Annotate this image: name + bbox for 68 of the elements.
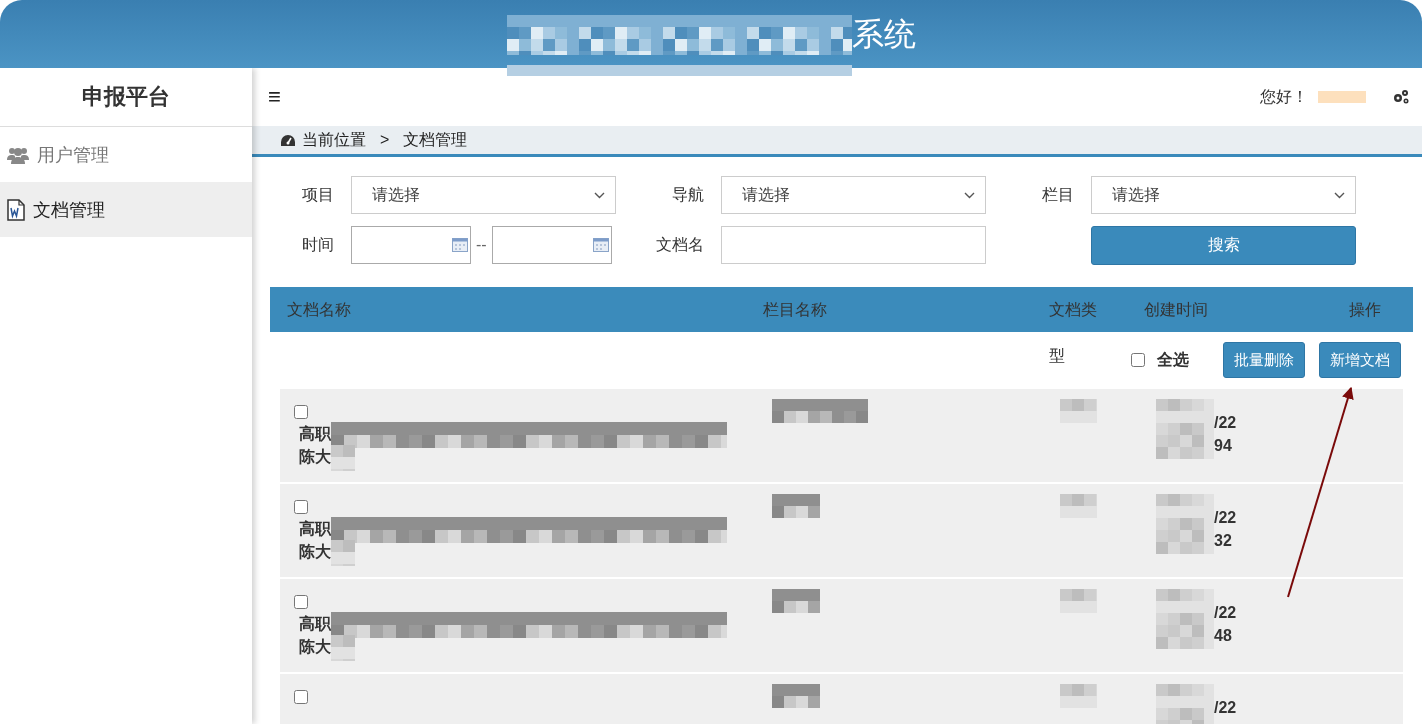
calendar-icon <box>592 238 609 252</box>
column-header: 创建时间 <box>1143 300 1209 320</box>
column-header: 栏目名称 <box>762 300 828 320</box>
menu-button[interactable]: ≡ <box>268 84 281 110</box>
document-name: 高职 <box>299 519 331 539</box>
breadcrumb-separator: > <box>380 131 390 149</box>
pixelated-redaction <box>1156 494 1214 554</box>
filter-label: 文档名 <box>655 234 705 255</box>
select-field[interactable]: 请选择 <box>351 176 616 214</box>
created-time: 94 <box>1214 436 1233 456</box>
chevron-icon <box>1334 191 1345 199</box>
sidebar-title: 申报平台 <box>82 83 170 111</box>
users-icon <box>7 145 29 164</box>
redacted-username <box>1318 91 1366 103</box>
action-button[interactable]: 新增文档 <box>1319 342 1401 378</box>
sidebar-item[interactable]: 文档管理 <box>0 182 252 237</box>
pixelated-redaction <box>1060 399 1097 423</box>
range-separator: -- <box>476 236 487 254</box>
created-time: 32 <box>1214 531 1233 551</box>
select-field[interactable]: 请选择 <box>721 176 986 214</box>
system-title: 系统 <box>851 15 916 54</box>
search-button[interactable]: 搜索 <box>1091 225 1356 265</box>
checkbox[interactable] <box>294 405 308 419</box>
column-header: 操作 <box>1348 300 1382 320</box>
dashboard-icon <box>280 133 296 147</box>
greeting-text: 您好！ <box>1260 86 1308 107</box>
document-icon <box>7 198 25 221</box>
filter-label: 时间 <box>301 234 335 255</box>
column-header: 文档名称 <box>286 300 352 320</box>
pixelated-redaction <box>1060 494 1097 518</box>
text-field[interactable] <box>721 226 986 264</box>
document-name: 陈大 <box>299 447 331 467</box>
document-name: 陈大 <box>299 542 331 562</box>
select-all-label: 全选 <box>1157 349 1189 370</box>
created-time: /22 <box>1214 413 1237 433</box>
sidebar-item[interactable]: 用户管理 <box>0 127 252 182</box>
breadcrumb-label: 当前位置 <box>302 129 366 150</box>
filter-label: 项目 <box>301 184 335 205</box>
chevron-icon <box>964 191 975 199</box>
checkbox[interactable] <box>294 500 308 514</box>
created-time: 48 <box>1214 626 1233 646</box>
pixelated-redaction <box>1156 399 1214 459</box>
pixelated-redaction <box>1156 589 1214 649</box>
document-name: 高职 <box>299 424 331 444</box>
settings-icon[interactable] <box>1392 89 1410 105</box>
pixelated-redaction <box>772 684 820 708</box>
checkbox[interactable] <box>294 690 308 704</box>
chevron-icon <box>594 191 605 199</box>
breadcrumb-current: 文档管理 <box>403 129 468 150</box>
pixelated-redaction <box>772 494 820 518</box>
created-time: /22 <box>1214 508 1237 528</box>
document-name: 陈大 <box>299 637 331 657</box>
select-field[interactable]: 请选择 <box>1091 176 1356 214</box>
date-field[interactable] <box>491 226 612 264</box>
action-button[interactable]: 批量删除 <box>1223 342 1305 378</box>
created-time: /22 <box>1214 698 1237 718</box>
document-name: 高职 <box>299 614 331 634</box>
column-header: 文档类型 <box>1048 300 1098 366</box>
checkbox[interactable] <box>1131 353 1145 367</box>
calendar-icon <box>452 238 468 252</box>
created-time: /22 <box>1214 603 1237 623</box>
pixelated-redaction <box>1060 684 1097 708</box>
date-field[interactable] <box>351 226 471 264</box>
filter-label: 导航 <box>671 184 705 205</box>
pixelated-redaction <box>772 589 820 613</box>
pixelated-redaction <box>1060 589 1097 613</box>
filter-label: 栏目 <box>1041 184 1075 205</box>
checkbox[interactable] <box>294 595 308 609</box>
